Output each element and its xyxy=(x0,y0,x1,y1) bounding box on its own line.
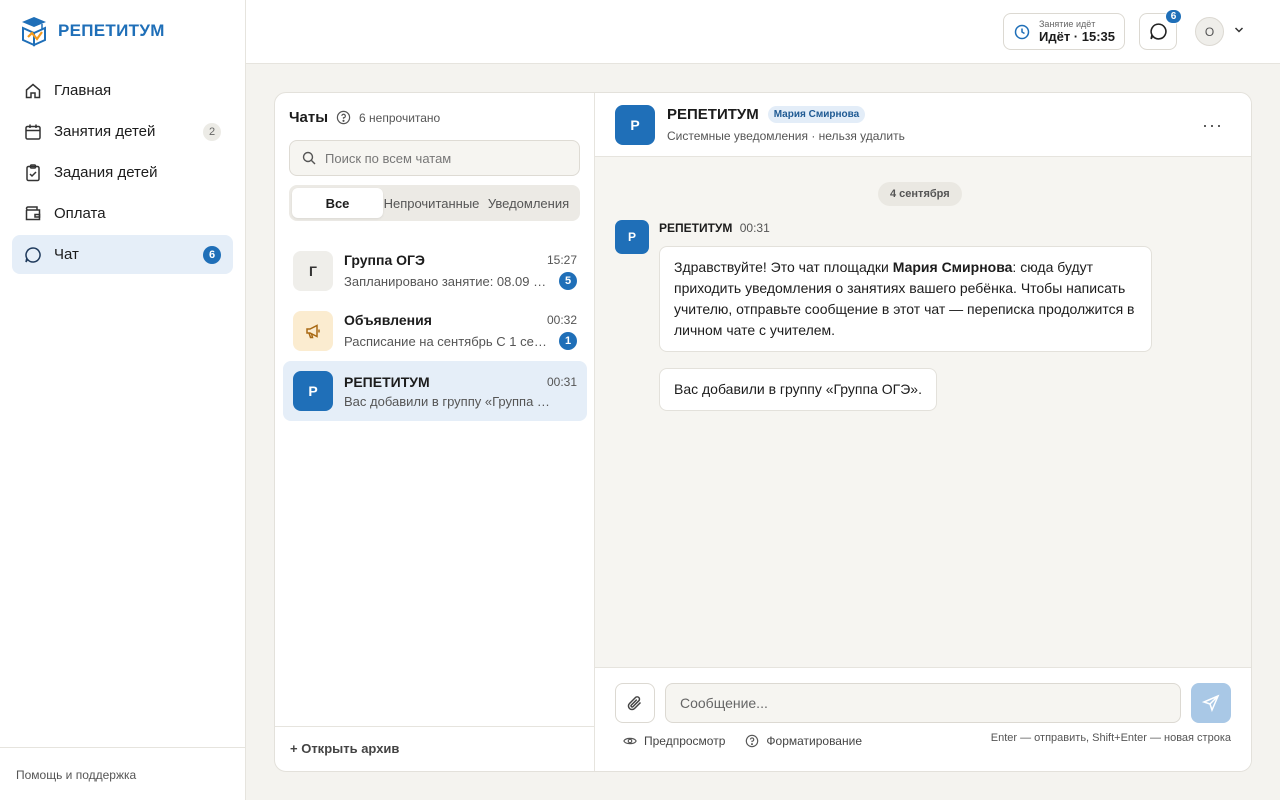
chat-item-announcements[interactable]: Объявления 00:32 Расписание на сентябрь … xyxy=(283,301,587,361)
chat-time: 00:32 xyxy=(546,313,577,327)
unread-text: 6 непрочитано xyxy=(359,110,441,125)
chat-name: Объявления xyxy=(344,312,432,328)
chevron-down-icon[interactable] xyxy=(1234,25,1244,35)
clock-icon xyxy=(1014,24,1030,39)
chat-item-group[interactable]: Г Группа ОГЭ 15:27 Запланировано занятие… xyxy=(283,241,587,301)
chat-preview: Запланировано занятие: 08.09 в 10:00 xyxy=(344,273,552,289)
unread-badge: 5 xyxy=(559,272,577,290)
chat-list-title: Чаты xyxy=(289,109,329,126)
chat-list-panel: Чаты 6 непрочитано Все Непрочитанные Уве… xyxy=(275,93,595,771)
conversation-header: Р РЕПЕТИТУМ Мария Смирнова Системные уве… xyxy=(595,93,1251,157)
preview-label: Предпросмотр xyxy=(644,734,726,748)
message-text: Здравствуйте! Это чат площадки xyxy=(674,259,893,275)
chat-card: Чаты 6 непрочитано Все Непрочитанные Уве… xyxy=(274,92,1252,772)
sidebar-item-label: Задания детей xyxy=(54,164,158,181)
chat-avatar: Г xyxy=(293,251,333,291)
help-icon xyxy=(746,734,759,748)
tab-all[interactable]: Все xyxy=(292,188,383,218)
chat-list-header: Чаты 6 непрочитано xyxy=(289,109,440,126)
conversation-panel: Р РЕПЕТИТУМ Мария Смирнова Системные уве… xyxy=(595,93,1251,771)
sidebar-nav: Главная Занятия детей 2 Задания детей Оп… xyxy=(12,71,233,276)
logo-icon xyxy=(22,17,46,47)
unread-counter: 6 непрочитано xyxy=(336,110,440,125)
sidebar-item-payment[interactable]: Оплата xyxy=(12,194,233,233)
send-icon xyxy=(1202,694,1220,712)
brand[interactable]: РЕПЕТИТУМ xyxy=(20,15,165,47)
message-bubble: Вас добавили в группу «Группа ОГЭ». xyxy=(659,368,937,411)
conversation-avatar: Р xyxy=(615,105,655,145)
message-time: 00:31 xyxy=(739,221,770,235)
sidebar-item-label: Занятия детей xyxy=(54,123,156,140)
topbar: Занятие идёт Идёт · 15:35 6 О xyxy=(246,0,1280,64)
composer: Предпросмотр Форматирование Enter — отпр… xyxy=(595,667,1251,771)
chat-item-repetitum[interactable]: Р РЕПЕТИТУМ 00:31 Вас добавили в группу … xyxy=(283,361,587,421)
search-box[interactable] xyxy=(289,140,580,176)
lesson-status-time: Идёт · 15:35 xyxy=(1039,29,1115,44)
paperclip-icon xyxy=(627,696,642,711)
chat-filter-tabs: Все Непрочитанные Уведомления xyxy=(289,185,580,221)
sidebar-count: 2 xyxy=(203,122,221,141)
sidebar-item-homework[interactable]: Задания детей xyxy=(12,153,233,192)
chat-preview: Вас добавили в группу «Группа ОГЭ». xyxy=(344,393,552,409)
help-link[interactable]: Помощь и поддержка xyxy=(0,747,245,800)
chat-avatar xyxy=(293,311,333,351)
unread-badge: 1 xyxy=(559,332,577,350)
sidebar-item-label: Оплата xyxy=(54,205,106,222)
clipboard-icon xyxy=(24,163,42,182)
messages-button[interactable]: 6 xyxy=(1139,9,1182,50)
send-button[interactable] xyxy=(1191,683,1231,723)
preview-toggle[interactable]: Предпросмотр xyxy=(623,734,725,748)
conversation-subtitle: Системные уведомления · нельзя удалить xyxy=(667,129,905,143)
help-icon[interactable] xyxy=(336,110,351,125)
home-icon xyxy=(24,82,42,100)
eye-icon xyxy=(623,737,637,745)
message-bubble: Здравствуйте! Это чат площадки Мария Сми… xyxy=(659,246,1152,352)
tab-notifications[interactable]: Уведомления xyxy=(480,188,577,218)
wallet-icon xyxy=(24,205,42,223)
message-sender: РЕПЕТИТУМ xyxy=(659,221,733,235)
chat-bubble-icon xyxy=(1149,23,1167,40)
message-meta: РЕПЕТИТУМ 00:31 xyxy=(659,221,770,235)
date-separator: 4 сентября xyxy=(878,182,962,206)
formatting-label: Форматирование xyxy=(766,734,862,748)
brand-name: РЕПЕТИТУМ xyxy=(58,21,165,40)
message-input[interactable] xyxy=(665,683,1181,723)
chat-time: 00:31 xyxy=(546,374,577,389)
more-options-button[interactable]: ··· xyxy=(1202,115,1223,136)
lesson-status-button[interactable]: Занятие идёт Идёт · 15:35 xyxy=(1003,13,1125,50)
chat-avatar: Р xyxy=(293,371,333,411)
school-tag: Мария Смирнова xyxy=(767,106,866,123)
search-input[interactable] xyxy=(325,150,565,166)
message-bold-text: Мария Смирнова xyxy=(892,259,1013,275)
notification-badge: 6 xyxy=(1165,9,1182,24)
sidebar-item-label: Чат xyxy=(54,246,79,263)
sidebar: РЕПЕТИТУМ Главная Занятия детей 2 Задани… xyxy=(0,0,246,800)
avatar[interactable]: О xyxy=(1195,17,1224,46)
message-area: 4 сентября Р РЕПЕТИТУМ 00:31 Здравствуйт… xyxy=(595,157,1251,667)
lesson-status-label: Занятие идёт xyxy=(1039,19,1096,29)
chat-time: 15:27 xyxy=(546,253,577,267)
attach-button[interactable] xyxy=(615,683,655,723)
chat-name: РЕПЕТИТУМ xyxy=(344,373,430,390)
chat-icon xyxy=(24,246,42,264)
message-avatar: Р xyxy=(615,220,649,254)
formatting-help[interactable]: Форматирование xyxy=(745,734,862,748)
keyboard-hint: Enter — отправить, Shift+Enter — новая с… xyxy=(990,732,1231,744)
chat-preview: Расписание на сентябрь С 1 сентября xyxy=(344,333,552,349)
tab-unread[interactable]: Непрочитанные xyxy=(383,188,480,218)
open-archive-button[interactable]: + Открыть архив xyxy=(275,726,595,771)
calendar-icon xyxy=(24,123,42,141)
chat-items: Г Группа ОГЭ 15:27 Запланировано занятие… xyxy=(283,241,587,421)
sidebar-item-label: Главная xyxy=(54,82,112,99)
sidebar-item-chat[interactable]: Чат 6 xyxy=(12,235,233,274)
sidebar-count: 6 xyxy=(203,245,221,264)
megaphone-icon xyxy=(306,324,320,339)
sidebar-item-home[interactable]: Главная xyxy=(12,71,233,110)
sidebar-item-lessons[interactable]: Занятия детей 2 xyxy=(12,112,233,151)
search-icon xyxy=(302,151,316,165)
chat-name: Группа ОГЭ xyxy=(344,252,425,268)
conversation-title: РЕПЕТИТУМ xyxy=(667,106,759,123)
